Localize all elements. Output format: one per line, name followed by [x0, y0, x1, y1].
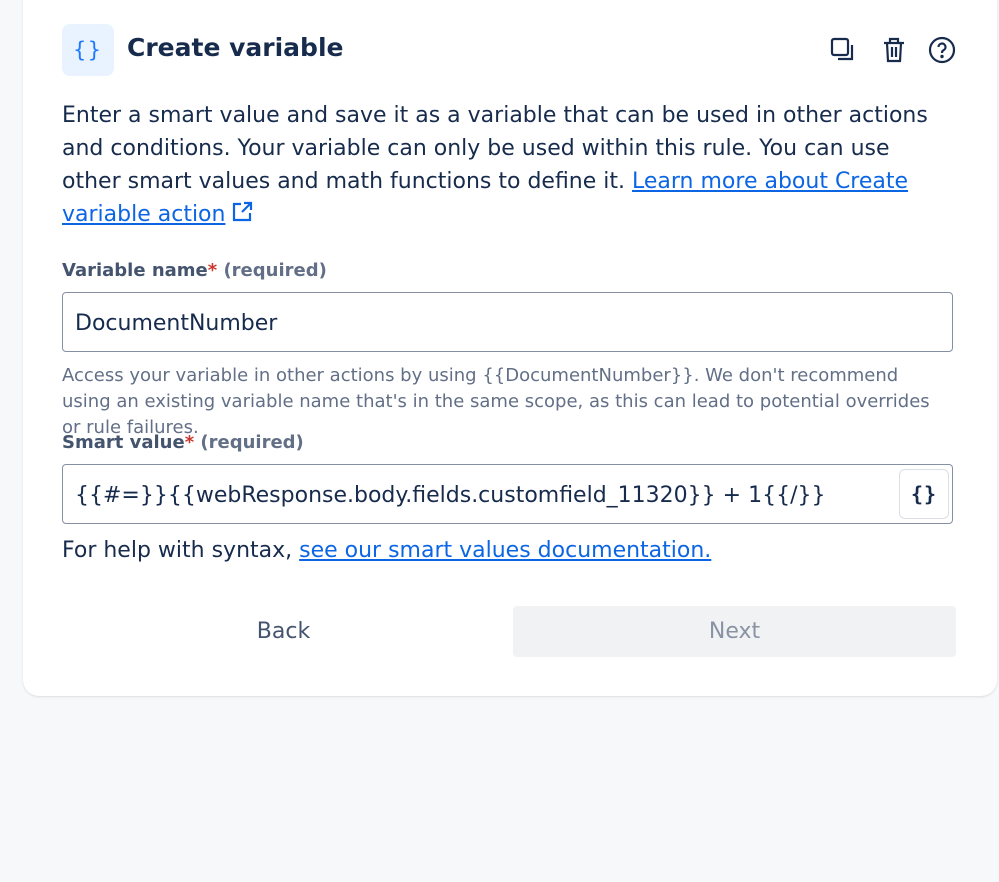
smart-values-docs-link[interactable]: see our smart values documentation. [299, 538, 711, 563]
external-link-icon[interactable] [231, 200, 253, 233]
required-mark: * [184, 432, 195, 453]
duplicate-icon[interactable] [828, 35, 858, 65]
variable-name-label: Variable name* (required) [62, 260, 327, 281]
smart-value-field[interactable]: {} [62, 464, 953, 525]
description: Enter a smart value and save it as a var… [62, 99, 952, 233]
panel-header: {} Create variable [62, 24, 957, 76]
variable-name-field[interactable] [62, 292, 953, 353]
syntax-help: For help with syntax, see our smart valu… [62, 538, 712, 563]
help-icon[interactable] [927, 35, 957, 65]
trash-icon[interactable] [879, 35, 909, 65]
panel-title: Create variable [127, 33, 344, 62]
smart-value-input[interactable] [73, 465, 892, 525]
curly-braces-icon: {} [62, 24, 114, 76]
variable-name-hint: Access your variable in other actions by… [62, 365, 930, 438]
smart-value-label: Smart value* (required) [62, 432, 304, 453]
back-button[interactable]: Back [62, 606, 505, 657]
required-text: (required) [200, 432, 304, 453]
required-text: (required) [223, 260, 327, 281]
required-mark: * [207, 260, 218, 281]
next-button[interactable]: Next [513, 606, 956, 657]
insert-smart-value-button[interactable]: {} [899, 469, 949, 519]
variable-name-input[interactable] [73, 293, 892, 353]
